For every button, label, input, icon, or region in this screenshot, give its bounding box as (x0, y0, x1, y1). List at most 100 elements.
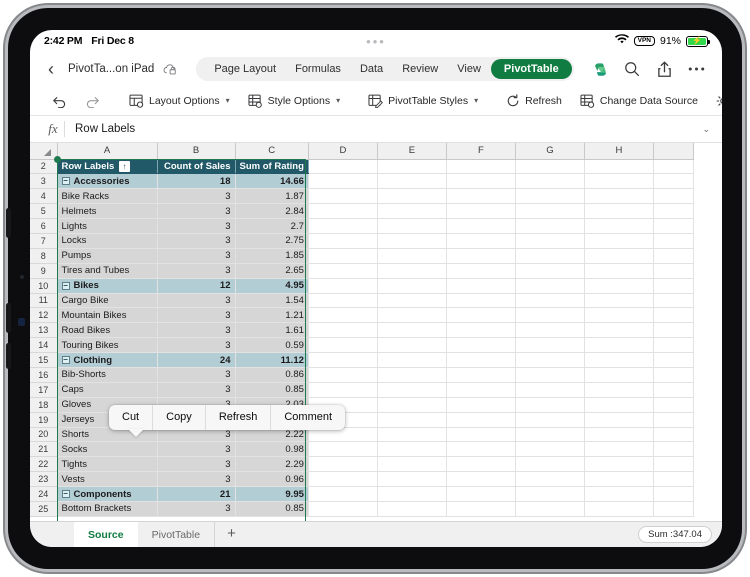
row-header-14[interactable]: 14 (30, 338, 57, 353)
cell-b13-count[interactable]: 3 (157, 323, 235, 338)
cell-i23[interactable] (653, 472, 693, 487)
cell-f12[interactable] (446, 308, 515, 323)
context-menu-comment[interactable]: Comment (271, 405, 345, 430)
cell-i18[interactable] (653, 397, 693, 412)
cell-b15-count[interactable]: 24 (157, 353, 235, 368)
collapse-group-icon[interactable]: − (62, 356, 70, 364)
cell-i15[interactable] (653, 353, 693, 368)
cell-e24[interactable] (377, 487, 446, 502)
row-header-3[interactable]: 3 (30, 174, 57, 189)
cell-i12[interactable] (653, 308, 693, 323)
cell-e18[interactable] (377, 397, 446, 412)
select-all-corner[interactable] (30, 143, 57, 159)
selection-handle[interactable] (54, 156, 61, 163)
cell-g2[interactable] (515, 159, 584, 174)
side-button[interactable] (6, 343, 11, 369)
cell-e10[interactable] (377, 278, 446, 293)
cell-a11-label[interactable]: Cargo Bike (57, 293, 157, 308)
cell-c10-rating[interactable]: 4.95 (235, 278, 308, 293)
cell-i4[interactable] (653, 189, 693, 204)
cell-i2[interactable] (653, 159, 693, 174)
cell-h20[interactable] (584, 427, 653, 442)
column-header-g[interactable]: G (515, 143, 584, 159)
document-title[interactable]: PivotTa...on iPad (68, 63, 154, 75)
row-header-18[interactable]: 18 (30, 397, 57, 412)
cell-c3-rating[interactable]: 14.66 (235, 174, 308, 189)
cell-h18[interactable] (584, 397, 653, 412)
row-header-22[interactable]: 22 (30, 457, 57, 472)
row-header-6[interactable]: 6 (30, 219, 57, 234)
context-menu-refresh[interactable]: Refresh (206, 405, 272, 430)
cell-g4[interactable] (515, 189, 584, 204)
cell-h11[interactable] (584, 293, 653, 308)
cell-b21-count[interactable]: 3 (157, 442, 235, 457)
cell-h9[interactable] (584, 263, 653, 278)
cell-d8[interactable] (308, 248, 377, 263)
sort-ascending-icon[interactable]: ↑ (119, 161, 130, 172)
cell-h22[interactable] (584, 457, 653, 472)
cell-c11-rating[interactable]: 1.54 (235, 293, 308, 308)
cell-f9[interactable] (446, 263, 515, 278)
cell-h10[interactable] (584, 278, 653, 293)
cell-i10[interactable] (653, 278, 693, 293)
cell-g8[interactable] (515, 248, 584, 263)
cell-e8[interactable] (377, 248, 446, 263)
tab-view[interactable]: View (448, 59, 490, 79)
cell-h4[interactable] (584, 189, 653, 204)
cell-b12-count[interactable]: 3 (157, 308, 235, 323)
column-header-h[interactable]: H (584, 143, 653, 159)
cell-c14-rating[interactable]: 0.59 (235, 338, 308, 353)
cell-g5[interactable] (515, 204, 584, 219)
row-header-24[interactable]: 24 (30, 487, 57, 502)
cell-g23[interactable] (515, 472, 584, 487)
cell-b4-count[interactable]: 3 (157, 189, 235, 204)
cell-i21[interactable] (653, 442, 693, 457)
context-menu-copy[interactable]: Copy (153, 405, 206, 430)
style-options-button[interactable]: Style Options ▾ (239, 90, 349, 112)
row-header-16[interactable]: 16 (30, 367, 57, 382)
cell-a15-label[interactable]: −Clothing (57, 353, 157, 368)
cell-c12-rating[interactable]: 1.21 (235, 308, 308, 323)
cell-a5-label[interactable]: Helmets (57, 204, 157, 219)
cell-a6-label[interactable]: Lights (57, 219, 157, 234)
cell-b25-count[interactable]: 3 (157, 501, 235, 516)
cell-d24[interactable] (308, 487, 377, 502)
row-header-9[interactable]: 9 (30, 263, 57, 278)
cell-i19[interactable] (653, 412, 693, 427)
cell-e15[interactable] (377, 353, 446, 368)
cell-g25[interactable] (515, 501, 584, 516)
row-header-8[interactable]: 8 (30, 248, 57, 263)
cell-i25[interactable] (653, 501, 693, 516)
row-header-23[interactable]: 23 (30, 472, 57, 487)
cell-f7[interactable] (446, 233, 515, 248)
cell-e11[interactable] (377, 293, 446, 308)
cell-e7[interactable] (377, 233, 446, 248)
cell-g3[interactable] (515, 174, 584, 189)
cell-a4-label[interactable]: Bike Racks (57, 189, 157, 204)
cell-d2[interactable] (308, 159, 377, 174)
row-header-13[interactable]: 13 (30, 323, 57, 338)
cell-d16[interactable] (308, 367, 377, 382)
cell-b7-count[interactable]: 3 (157, 233, 235, 248)
refresh-button[interactable]: Refresh (497, 90, 571, 112)
cell-a2-row-labels[interactable]: Row Labels ↑ (57, 159, 157, 174)
more-icon[interactable] (686, 59, 706, 79)
cell-b5-count[interactable]: 3 (157, 204, 235, 219)
cell-g7[interactable] (515, 233, 584, 248)
cell-e22[interactable] (377, 457, 446, 472)
cell-i5[interactable] (653, 204, 693, 219)
cell-h13[interactable] (584, 323, 653, 338)
cell-a7-label[interactable]: Locks (57, 233, 157, 248)
add-sheet-button[interactable]: + (214, 522, 248, 548)
cell-g16[interactable] (515, 367, 584, 382)
cell-f20[interactable] (446, 427, 515, 442)
cell-b23-count[interactable]: 3 (157, 472, 235, 487)
cell-a8-label[interactable]: Pumps (57, 248, 157, 263)
cell-a3-label[interactable]: −Accessories (57, 174, 157, 189)
cell-i24[interactable] (653, 487, 693, 502)
cell-c23-rating[interactable]: 0.96 (235, 472, 308, 487)
cell-d22[interactable] (308, 457, 377, 472)
cell-d14[interactable] (308, 338, 377, 353)
cell-h19[interactable] (584, 412, 653, 427)
cell-f18[interactable] (446, 397, 515, 412)
